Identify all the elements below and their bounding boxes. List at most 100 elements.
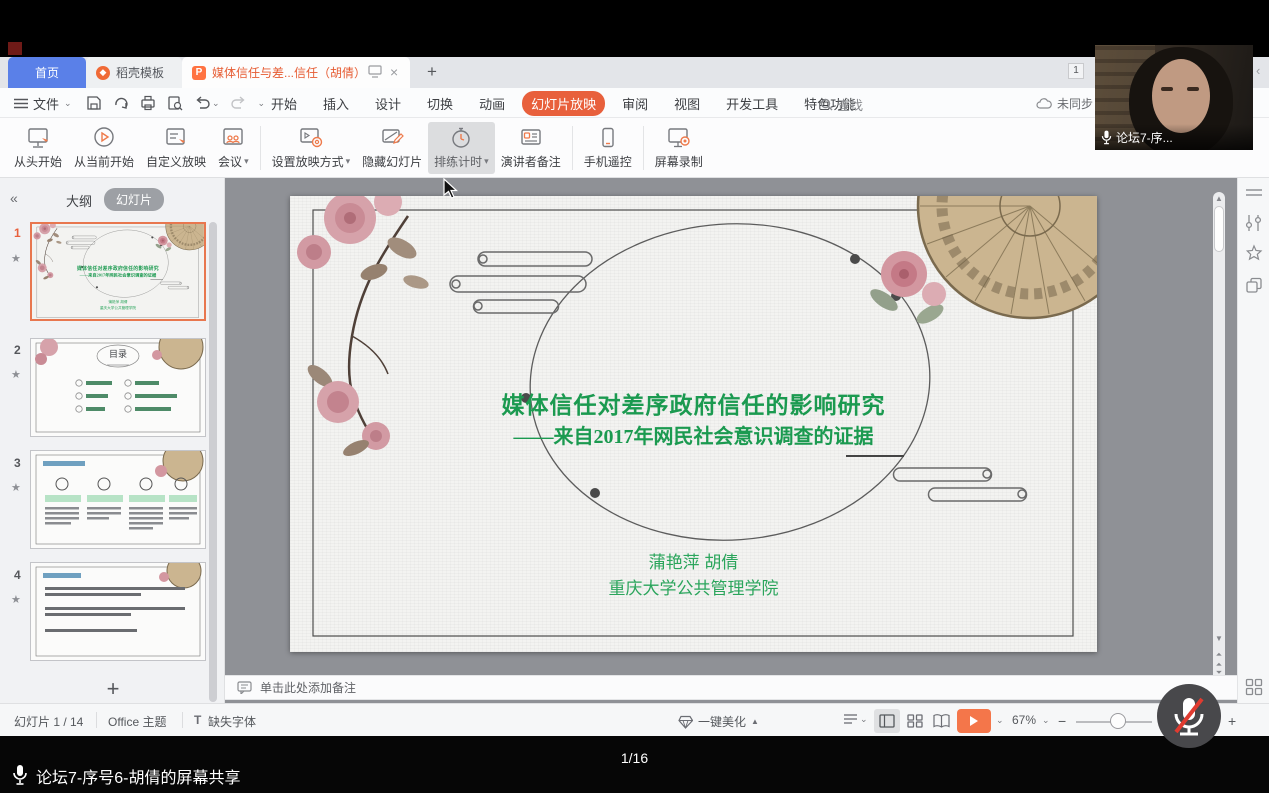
slide-canvas[interactable]: 媒体信任对差序政府信任的影响研究 ——来自2017年网民社会意识调查的证据 蒲艳… <box>290 196 1097 652</box>
tab-home[interactable]: 首页 <box>8 57 86 88</box>
webcam-name-label: 论坛7-序... <box>1095 124 1253 150</box>
reading-view-button[interactable] <box>928 709 954 733</box>
toolbar-separator <box>572 126 573 170</box>
add-slide-button[interactable]: + <box>98 676 128 702</box>
resource-panel-icon[interactable] <box>1245 277 1263 295</box>
zoom-slider-thumb[interactable] <box>1110 713 1126 729</box>
main-scrollbar-thumb[interactable] <box>1214 206 1224 252</box>
undo-button[interactable]: ⌄ <box>194 95 220 111</box>
play-from-current-button[interactable]: 从当前开始 <box>68 122 140 174</box>
custom-show-label: 自定义放映 <box>146 153 206 170</box>
mouse-cursor <box>443 178 459 200</box>
zoom-out-button[interactable]: − <box>1058 713 1066 729</box>
undo-caret-icon[interactable]: ⌄ <box>212 98 220 109</box>
smart-beautify-star-icon[interactable] <box>1245 244 1263 262</box>
slide-subtitle[interactable]: ——来自2017年网民社会意识调查的证据 <box>290 420 1097 449</box>
print-icon[interactable] <box>140 95 156 111</box>
screen-record-button[interactable]: 屏幕录制 <box>649 122 709 174</box>
sidebar-scrollbar[interactable] <box>209 222 217 702</box>
menu-item-animations[interactable]: 动画 <box>470 91 514 116</box>
slide-thumbnail-2[interactable]: 目录 <box>30 338 206 437</box>
export-pdf-icon[interactable] <box>113 95 129 111</box>
setup-show-caret-icon: ▾ <box>346 156 351 167</box>
properties-sliders-icon[interactable] <box>1245 214 1263 232</box>
microphone-muted-icon <box>1157 684 1221 748</box>
screen-record-icon <box>666 126 692 150</box>
slide-sorter-view-button[interactable] <box>902 709 928 733</box>
tab-document-label: 媒体信任与差...信任（胡倩） <box>212 64 366 81</box>
rehearse-timing-button[interactable]: 排练计时▾ <box>428 122 495 174</box>
tab-home-label: 首页 <box>35 64 59 81</box>
notes-toggle-button[interactable]: ⌄ <box>843 713 868 725</box>
normal-view-button[interactable] <box>874 709 900 733</box>
meeting-button[interactable]: 会议▾ <box>212 122 255 174</box>
new-tab-button[interactable]: + <box>420 60 444 84</box>
redo-icon-disabled[interactable] <box>231 95 247 111</box>
menu-item-home[interactable]: 开始 <box>262 91 306 116</box>
close-tab-icon[interactable]: × <box>390 64 398 80</box>
menu-item-review[interactable]: 审阅 <box>613 91 657 116</box>
cloud-sync-status[interactable]: 未同步 <box>1036 95 1093 112</box>
notes-icon <box>237 681 252 694</box>
hide-slide-button[interactable]: 隐藏幻灯片 <box>356 122 428 174</box>
slide-title[interactable]: 媒体信任对差序政府信任的影响研究 <box>290 386 1097 420</box>
menu-item-insert[interactable]: 插入 <box>314 91 358 116</box>
presenter-notes-button[interactable]: 演讲者备注 <box>495 122 567 174</box>
custom-show-button[interactable]: 自定义放映 <box>140 122 212 174</box>
main-scrollbar-track[interactable] <box>1213 192 1225 682</box>
slide-institution[interactable]: 重庆大学公共管理学院 <box>290 574 1097 599</box>
setup-show-label: 设置放映方式 <box>272 153 344 170</box>
menu-item-transitions[interactable]: 切换 <box>418 91 462 116</box>
scroll-down-arrow[interactable]: ▼ <box>1213 634 1225 643</box>
setup-show-button[interactable]: 设置放映方式▾ <box>266 122 357 174</box>
slide-position-indicator: 幻灯片 1 / 14 <box>14 713 83 730</box>
theme-name[interactable]: Office 主题 <box>108 713 166 730</box>
play-options-caret-icon[interactable]: ⌄ <box>996 715 1004 726</box>
menu-item-view[interactable]: 视图 <box>665 91 709 116</box>
slide-authors[interactable]: 蒲艳萍 胡倩 <box>290 548 1097 573</box>
setup-show-icon <box>298 126 324 150</box>
tab-docer-label: 稻壳模板 <box>116 64 164 81</box>
meeting-icon <box>220 126 246 150</box>
tab-count-badge[interactable]: 1 <box>1068 63 1084 79</box>
hamburger-icon <box>14 98 28 109</box>
mic-mute-button[interactable] <box>1157 684 1221 748</box>
search-button[interactable]: 查找 <box>820 95 863 114</box>
animation-star-icon: ★ <box>11 252 29 265</box>
file-menu-button[interactable]: 文件 ⌄ <box>14 93 72 113</box>
scroll-up-arrow[interactable]: ▲ <box>1213 194 1225 203</box>
zoom-in-button[interactable]: + <box>1228 713 1236 729</box>
rail-menu-icon[interactable] <box>1245 188 1263 198</box>
menu-item-slideshow-active[interactable]: 幻灯片放映 <box>522 91 605 116</box>
tab-docer-templates[interactable]: ◆ 稻壳模板 <box>86 57 182 88</box>
zoom-level[interactable]: 67% <box>1012 713 1036 727</box>
animation-star-icon: ★ <box>11 593 29 606</box>
status-bar: 幻灯片 1 / 14 Office 主题 T 缺失字体 一键美化 ▲ ⌄ ⌄ 6… <box>0 703 1269 736</box>
video-panel-collapse-chevron[interactable]: ‹ <box>1256 63 1260 78</box>
missing-fonts-button[interactable]: 缺失字体 <box>208 713 256 730</box>
grid-panel-icon[interactable] <box>1245 678 1263 696</box>
collapse-panel-icon[interactable]: « <box>10 190 18 206</box>
phone-remote-button[interactable]: 手机遥控 <box>578 122 638 174</box>
webcam-video-tile[interactable]: 论坛7-序... <box>1095 45 1253 150</box>
tab-slides-active[interactable]: 幻灯片 <box>104 188 164 211</box>
play-from-start-button[interactable]: 从头开始 <box>8 122 68 174</box>
notes-bar[interactable]: 单击此处添加备注 <box>225 675 1237 700</box>
slideshow-play-button[interactable] <box>957 709 991 733</box>
save-icon[interactable] <box>86 95 102 111</box>
play-from-start-label: 从头开始 <box>14 153 62 170</box>
cloud-icon <box>1036 98 1052 110</box>
share-screen-icon[interactable] <box>368 65 382 81</box>
menu-item-devtools[interactable]: 开发工具 <box>717 91 787 116</box>
slide-thumbnail-1[interactable]: 媒体信任对差序政府信任的影响研究 ——来自2017年网民社会意识调查的证据 蒲艳… <box>30 222 206 321</box>
menu-item-design[interactable]: 设计 <box>366 91 410 116</box>
slide-thumbnail-4[interactable] <box>30 562 206 661</box>
presenter-notes-icon <box>518 126 544 150</box>
tab-outline[interactable]: 大纲 <box>66 191 92 210</box>
webcam-mic-icon <box>1101 130 1112 145</box>
zoom-caret-icon[interactable]: ⌄ <box>1042 715 1050 726</box>
previous-slide-arrow[interactable]: ⏶⏶ <box>1213 650 1225 670</box>
print-preview-icon[interactable] <box>167 95 183 111</box>
one-click-beautify-button[interactable]: 一键美化 ▲ <box>678 713 759 730</box>
slide-thumbnail-3[interactable] <box>30 450 206 549</box>
